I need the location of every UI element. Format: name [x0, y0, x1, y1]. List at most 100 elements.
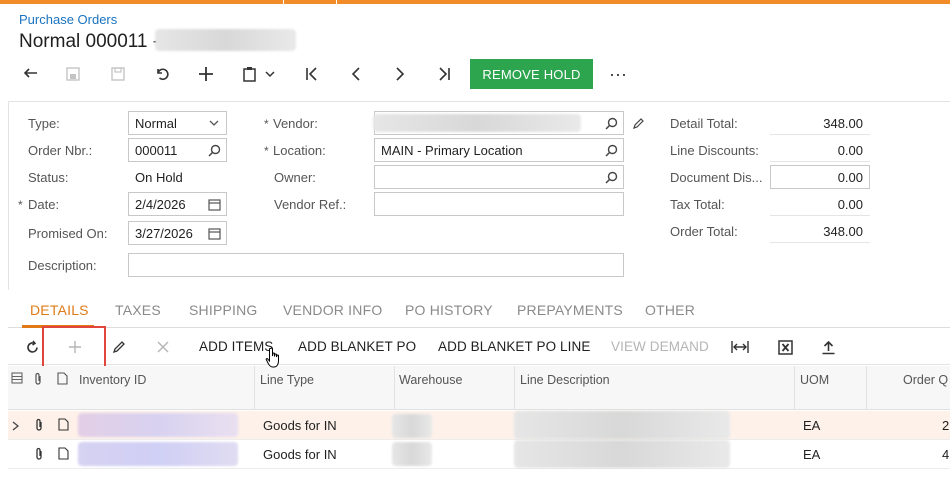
redacted-line-description — [514, 411, 730, 439]
required-marker: * — [18, 198, 23, 212]
line-discounts-value: 0.00 — [837, 143, 863, 158]
back-icon[interactable] — [16, 58, 46, 90]
promised-on-value: 3/27/2026 — [135, 225, 193, 241]
line-type-cell[interactable]: Goods for IN — [263, 418, 337, 433]
highlight-box — [42, 326, 106, 369]
line-type-cell[interactable]: Goods for IN — [263, 447, 337, 462]
tab-details[interactable]: DETAILS — [30, 302, 89, 318]
copy-icon[interactable] — [58, 58, 88, 90]
add-blanket-po-button[interactable]: ADD BLANKET PO — [298, 339, 416, 354]
col-warehouse[interactable]: Warehouse — [399, 373, 462, 387]
calendar-icon[interactable] — [206, 196, 222, 212]
location-field[interactable]: MAIN - Primary Location — [374, 138, 624, 162]
tab-other[interactable]: OTHER — [645, 302, 695, 318]
vendor-field[interactable] — [373, 111, 624, 135]
add-items-button[interactable]: ADD ITEMS — [199, 339, 273, 354]
uom-cell[interactable]: EA — [803, 418, 820, 433]
order-qty-cell[interactable]: 4 — [942, 447, 949, 462]
document-discount-field[interactable]: 0.00 — [770, 165, 870, 189]
view-demand-button[interactable]: VIEW DEMAND — [611, 339, 709, 354]
col-line-type[interactable]: Line Type — [260, 373, 314, 387]
tax-total-label: Tax Total: — [670, 197, 725, 212]
save-icon[interactable] — [103, 58, 133, 90]
chevron-down-icon[interactable] — [260, 58, 280, 90]
order-nbr-value: 000011 — [135, 142, 178, 158]
fit-columns-icon[interactable] — [728, 331, 752, 363]
upload-icon[interactable] — [816, 331, 840, 363]
note-icon[interactable] — [58, 418, 69, 434]
table-row[interactable]: Goods for IN EA 2 — [8, 411, 950, 440]
attachment-icon[interactable] — [34, 418, 44, 435]
add-icon[interactable] — [191, 58, 221, 90]
tax-total-value: 0.00 — [837, 197, 863, 212]
undo-icon[interactable] — [147, 58, 177, 90]
attachment-icon[interactable] — [34, 447, 44, 464]
uom-cell[interactable]: EA — [803, 447, 820, 462]
order-qty-cell[interactable]: 2 — [942, 418, 949, 433]
document-discount-label: Document Dis... — [670, 170, 763, 185]
tab-shipping[interactable]: SHIPPING — [189, 302, 258, 318]
line-discounts-label: Line Discounts: — [670, 143, 759, 158]
tab-po-history[interactable]: PO HISTORY — [405, 302, 493, 318]
tab-prepayments[interactable]: PREPAYMENTS — [517, 302, 623, 318]
breadcrumb[interactable]: Purchase Orders — [19, 12, 117, 27]
remove-hold-button[interactable]: REMOVE HOLD — [470, 59, 593, 89]
attachment-column-icon — [33, 372, 43, 389]
table-row[interactable]: Goods for IN EA 4 — [8, 440, 950, 469]
detail-total-value: 348.00 — [823, 116, 863, 131]
vendor-ref-field[interactable] — [374, 192, 624, 216]
refresh-icon[interactable] — [20, 331, 44, 363]
status-value: On Hold — [135, 170, 183, 185]
excel-export-icon[interactable] — [773, 331, 797, 363]
hand-cursor-icon — [265, 347, 279, 368]
col-uom[interactable]: UOM — [800, 373, 829, 387]
redacted-inventory-id — [78, 442, 238, 466]
next-icon[interactable] — [385, 58, 415, 90]
last-icon[interactable] — [429, 58, 459, 90]
date-field[interactable]: 2/4/2026 — [128, 192, 227, 216]
search-icon[interactable] — [603, 169, 619, 185]
type-select[interactable]: Normal — [128, 111, 227, 135]
row-expand-icon[interactable] — [12, 419, 20, 434]
redacted-vendor-name — [155, 29, 296, 51]
vendor-label: Vendor: — [273, 116, 318, 131]
col-inventory-id[interactable]: Inventory ID — [79, 373, 146, 387]
description-field[interactable] — [128, 253, 624, 277]
note-column-icon — [57, 372, 68, 388]
page-title: Normal 000011 - — [19, 31, 160, 52]
tab-vendor-info[interactable]: VENDOR INFO — [283, 302, 382, 318]
required-marker: * — [264, 117, 269, 131]
top-accent-bar — [0, 0, 950, 4]
search-icon[interactable] — [603, 142, 619, 158]
col-order-qty[interactable]: Order Q — [903, 373, 948, 387]
note-icon[interactable] — [58, 447, 69, 463]
redacted-warehouse — [392, 442, 432, 466]
vendor-ref-label: Vendor Ref.: — [274, 197, 347, 212]
tab-bar: DETAILS TAXES SHIPPING VENDOR INFO PO HI… — [8, 296, 950, 328]
owner-field[interactable] — [374, 165, 624, 189]
calendar-icon[interactable] — [206, 225, 222, 241]
edit-row-icon[interactable] — [107, 331, 131, 363]
date-label: Date: — [28, 197, 60, 212]
more-menu-button[interactable]: ··· — [606, 58, 630, 90]
redacted-vendor-id — [373, 114, 581, 132]
grid-toolbar: ADD ITEMS ADD BLANKET PO ADD BLANKET PO … — [8, 329, 950, 365]
document-discount-value: 0.00 — [837, 169, 863, 185]
col-line-description[interactable]: Line Description — [520, 373, 610, 387]
promised-on-label: Promised On: — [28, 226, 108, 241]
detail-total-label: Detail Total: — [670, 116, 738, 131]
add-blanket-po-line-button[interactable]: ADD BLANKET PO LINE — [438, 339, 590, 354]
description-label: Description: — [28, 258, 97, 273]
order-nbr-label: Order Nbr.: — [28, 143, 93, 158]
order-total-label: Order Total: — [670, 224, 738, 239]
first-icon[interactable] — [297, 58, 327, 90]
delete-row-icon[interactable] — [151, 331, 175, 363]
search-icon[interactable] — [206, 142, 222, 158]
tab-taxes[interactable]: TAXES — [115, 302, 161, 318]
grid-header: Inventory ID Line Type Warehouse Line De… — [8, 366, 950, 410]
edit-pencil-icon[interactable] — [628, 111, 648, 135]
order-nbr-field[interactable]: 000011 — [128, 138, 227, 162]
promised-on-field[interactable]: 3/27/2026 — [128, 221, 227, 245]
search-icon[interactable] — [603, 115, 619, 131]
previous-icon[interactable] — [341, 58, 371, 90]
